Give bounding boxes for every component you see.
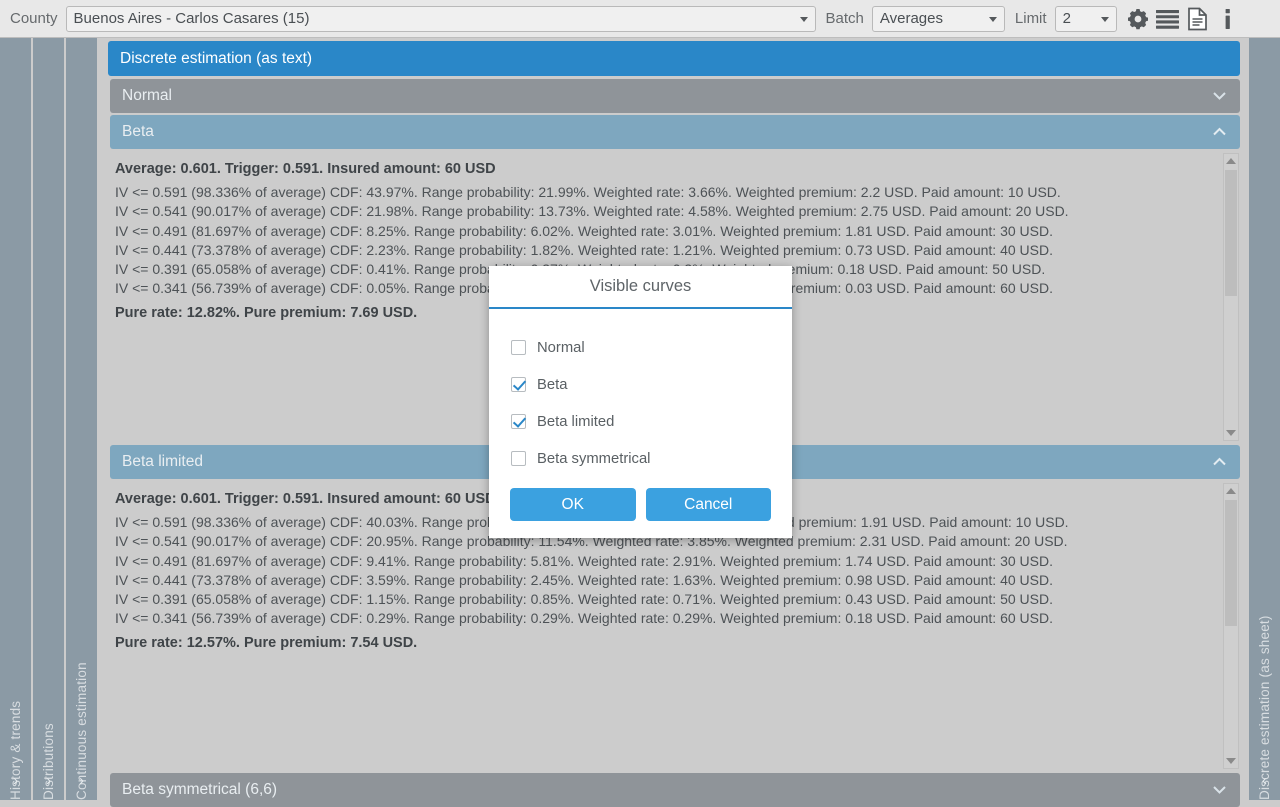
chevron-down-icon[interactable] [1213,785,1226,795]
checkbox-row-beta[interactable]: Beta [489,366,792,403]
checkbox-label: Normal [537,339,585,356]
beta-row: IV <= 0.541 (90.017% of average) CDF: 21… [115,203,1069,220]
gear-icon[interactable] [1123,3,1153,35]
sidebar-tab-discrete-estimation-sheet[interactable]: Discrete estimation (as sheet) ‹ [1247,38,1280,800]
chevron-left-icon[interactable]: ‹ [1249,773,1280,788]
scrollbar-thumb[interactable] [1225,170,1237,296]
checkbox-beta[interactable] [511,377,526,392]
limit-select-value: 2 [1062,10,1071,27]
sheet-icon[interactable] [1183,3,1213,35]
beta-row: IV <= 0.491 (81.697% of average) CDF: 8.… [115,222,1053,239]
chevron-up-icon[interactable] [1213,457,1226,467]
section-label: Beta limited [122,453,203,470]
scroll-up-icon[interactable] [1224,154,1238,168]
chevron-up-icon[interactable] [1213,127,1226,137]
dialog-actions: OK Cancel [489,477,792,521]
dialog-body: Normal Beta Beta limited Beta symmetrica… [489,309,792,521]
section-header-beta-symmetrical[interactable]: Beta symmetrical (6,6) [110,773,1240,807]
dialog-title: Visible curves [489,266,792,309]
beta-summary: Average: 0.601. Trigger: 0.591. Insured … [115,161,496,177]
checkbox-row-beta-limited[interactable]: Beta limited [489,403,792,440]
batch-select-value: Averages [879,10,943,27]
county-select[interactable]: Buenos Aires - Carlos Casares (15) [65,5,816,32]
tab-label: History & trends [8,700,23,800]
chevron-right-icon[interactable]: › [0,773,31,788]
chevron-down-icon[interactable] [1213,91,1226,101]
chevron-down-icon [1100,16,1109,22]
section-label: Beta [122,123,154,140]
section-header-normal[interactable]: Normal [110,79,1240,113]
beta-row: IV <= 0.441 (73.378% of average) CDF: 2.… [115,241,1053,258]
scroll-down-icon[interactable] [1224,426,1238,440]
checkbox-label: Beta [537,376,568,393]
batch-label: Batch [825,10,864,27]
beta-limited-totals: Pure rate: 12.57%. Pure premium: 7.54 US… [115,634,418,651]
cancel-button[interactable]: Cancel [645,488,771,521]
checkbox-label: Beta limited [537,413,615,430]
beta-limited-row: IV <= 0.391 (65.058% of average) CDF: 1.… [115,591,1053,608]
page-title: Discrete estimation (as text) [108,41,1240,76]
chevron-down-icon [799,16,808,22]
scroll-down-icon[interactable] [1224,754,1238,768]
chevron-right-icon[interactable]: › [66,773,97,788]
checkbox-row-beta-symmetrical[interactable]: Beta symmetrical [489,440,792,477]
checkbox-label: Beta symmetrical [537,450,651,467]
checkbox-beta-limited[interactable] [511,414,526,429]
left-tab-rail: History & trends › Distributions › Conti… [0,38,99,800]
limit-label: Limit [1014,10,1047,27]
beta-limited-row: IV <= 0.441 (73.378% of average) CDF: 3.… [115,571,1053,588]
chevron-right-icon[interactable]: › [33,773,64,788]
checkbox-beta-symmetrical[interactable] [511,451,526,466]
section-label: Normal [122,87,172,104]
info-icon[interactable] [1213,3,1243,35]
section-label: Beta symmetrical (6,6) [122,781,278,798]
ok-button[interactable]: OK [510,488,636,521]
checkbox-normal[interactable] [511,340,526,355]
tab-label: Distributions [41,723,56,800]
tab-label: Continuous estimation [74,662,89,800]
tab-label: Discrete estimation (as sheet) [1257,615,1272,800]
page-title-text: Discrete estimation (as text) [120,49,313,67]
list-icon[interactable] [1153,3,1183,35]
scroll-up-icon[interactable] [1224,484,1238,498]
section-header-beta[interactable]: Beta [110,115,1240,149]
batch-select[interactable]: Averages [871,5,1005,32]
beta-scrollbar[interactable] [1223,153,1239,441]
limit-select[interactable]: 2 [1054,5,1117,32]
beta-limited-scrollbar[interactable] [1223,483,1239,769]
beta-row: IV <= 0.591 (98.336% of average) CDF: 43… [115,184,1061,200]
scrollbar-thumb[interactable] [1225,500,1237,626]
right-tab-rail: Discrete estimation (as sheet) ‹ [1247,38,1280,800]
beta-limited-row: IV <= 0.341 (56.739% of average) CDF: 0.… [115,610,1053,627]
beta-limited-row: IV <= 0.491 (81.697% of average) CDF: 9.… [115,552,1053,569]
sidebar-tab-history-trends[interactable]: History & trends › [0,38,33,800]
sidebar-tab-continuous-estimation[interactable]: Continuous estimation › [66,38,99,800]
sidebar-tab-distributions[interactable]: Distributions › [33,38,66,800]
chevron-down-icon [988,16,997,22]
visible-curves-dialog: Visible curves Normal Beta Beta limited … [489,266,792,538]
checkbox-row-normal[interactable]: Normal [489,329,792,366]
top-toolbar: County Buenos Aires - Carlos Casares (15… [0,0,1280,38]
county-label: County [10,10,58,27]
county-select-value: Buenos Aires - Carlos Casares (15) [73,10,310,27]
